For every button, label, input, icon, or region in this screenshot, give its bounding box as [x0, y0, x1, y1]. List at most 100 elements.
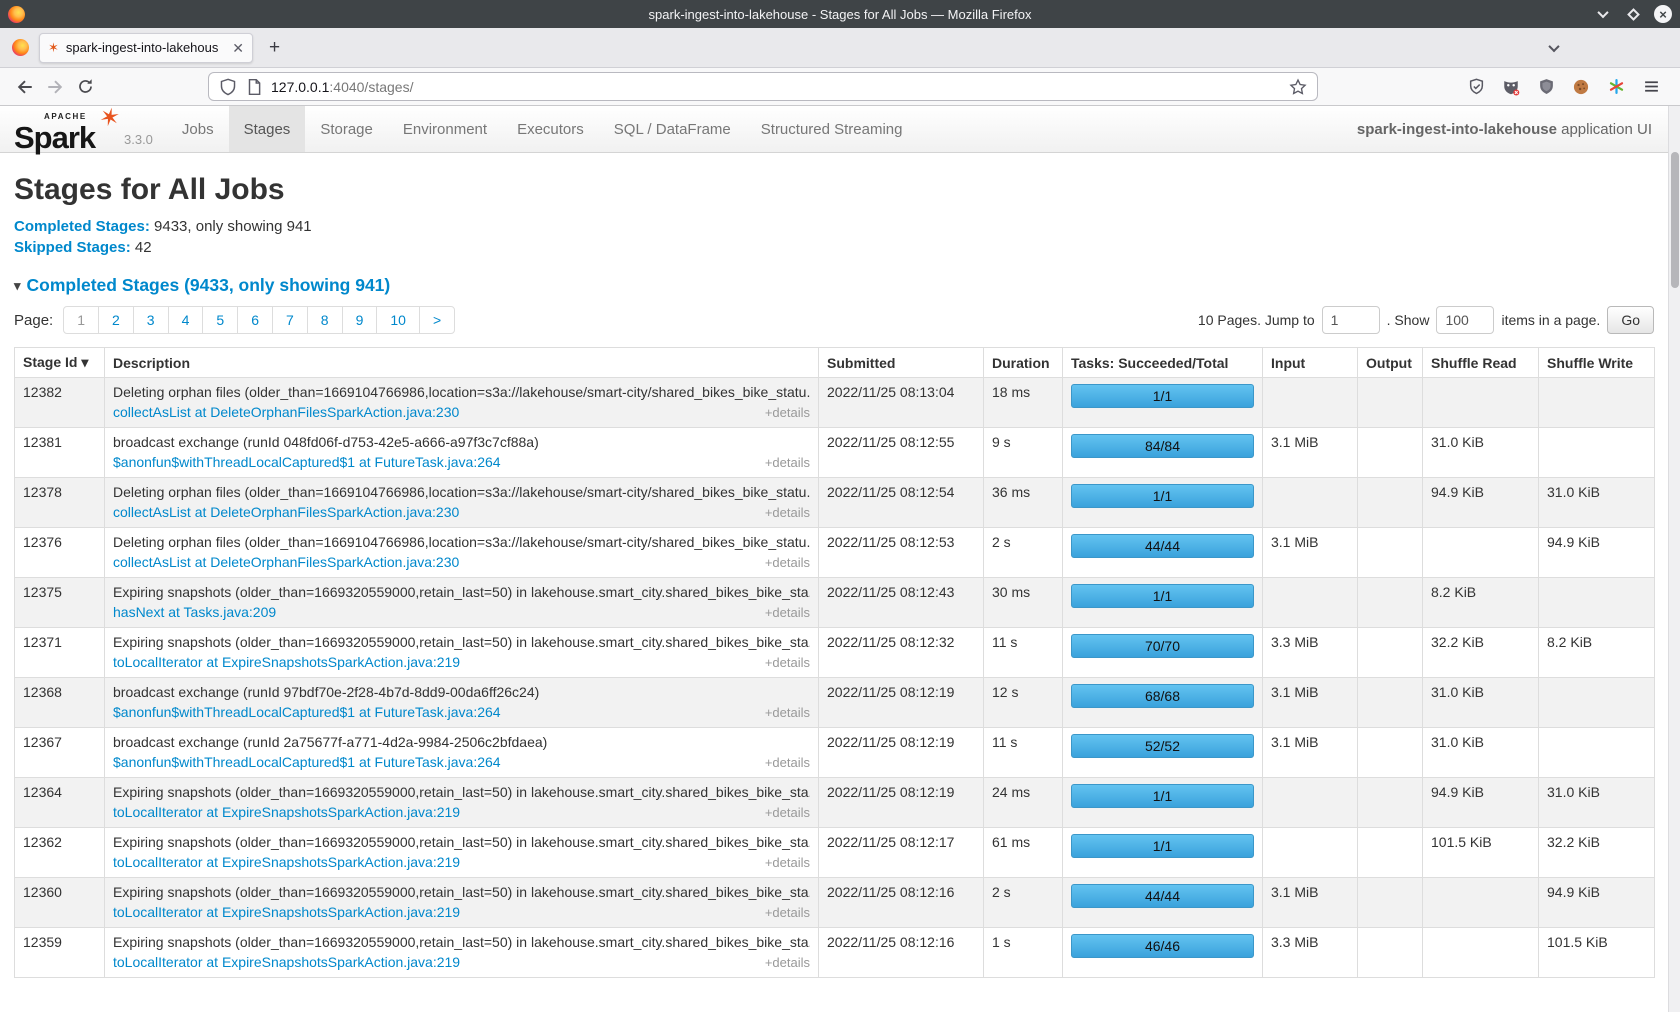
details-toggle[interactable]: +details	[765, 803, 810, 822]
bookmark-star-icon[interactable]	[1289, 78, 1307, 96]
stage-detail-link[interactable]: $anonfun$withThreadLocalCaptured$1 at Fu…	[113, 453, 501, 472]
stage-detail-link[interactable]: collectAsList at DeleteOrphanFilesSparkA…	[113, 403, 459, 422]
stage-detail-link[interactable]: $anonfun$withThreadLocalCaptured$1 at Fu…	[113, 753, 501, 772]
page-button-next[interactable]: >	[419, 306, 455, 334]
nav-item-jobs[interactable]: Jobs	[167, 106, 229, 152]
stage-detail-link[interactable]: toLocalIterator at ExpireSnapshotsSparkA…	[113, 803, 460, 822]
tasks-progress-bar: 84/84	[1071, 434, 1254, 458]
scrollbar-thumb[interactable]	[1671, 152, 1679, 288]
cell-tasks: 1/1	[1063, 378, 1263, 428]
page-button-3[interactable]: 3	[133, 306, 169, 334]
spark-logo[interactable]: APACHE Spark ✶	[14, 108, 116, 152]
cell-stage-id: 12360	[15, 878, 105, 928]
spark-logo-word: Spark	[14, 120, 95, 156]
stage-detail-link[interactable]: toLocalIterator at ExpireSnapshotsSparkA…	[113, 653, 460, 672]
table-row: 12381 broadcast exchange (runId 048fd06f…	[15, 428, 1655, 478]
cell-duration: 30 ms	[984, 578, 1063, 628]
page-button-6[interactable]: 6	[237, 306, 273, 334]
nav-item-structured-streaming[interactable]: Structured Streaming	[746, 106, 918, 152]
show-input[interactable]	[1436, 306, 1494, 334]
nav-item-executors[interactable]: Executors	[502, 106, 599, 152]
completed-stages-line: Completed Stages: 9433, only showing 941	[14, 217, 1654, 237]
jump-to-input[interactable]	[1322, 306, 1380, 334]
close-button[interactable]: ×	[1654, 5, 1672, 23]
stage-detail-link[interactable]: toLocalIterator at ExpireSnapshotsSparkA…	[113, 953, 460, 972]
tasks-progress: 68/68	[1071, 684, 1254, 708]
stage-detail-link[interactable]: $anonfun$withThreadLocalCaptured$1 at Fu…	[113, 703, 501, 722]
browser-tab[interactable]: ✶ spark-ingest-into-lakehous ✕	[39, 33, 253, 63]
forward-arrow-icon	[46, 78, 64, 96]
stage-detail-link[interactable]: hasNext at Tasks.java:209	[113, 603, 276, 622]
column-header-duration[interactable]: Duration	[984, 348, 1063, 378]
forward-button[interactable]	[40, 73, 70, 101]
cell-tasks: 1/1	[1063, 828, 1263, 878]
spark-nav-list: JobsStagesStorageEnvironmentExecutorsSQL…	[167, 106, 918, 152]
back-button[interactable]	[10, 73, 40, 101]
details-toggle[interactable]: +details	[765, 403, 810, 422]
ublock-extension-icon[interactable]	[1537, 78, 1555, 96]
url-bar[interactable]: 127.0.0.1:4040/stages/	[208, 72, 1318, 101]
details-toggle[interactable]: +details	[765, 453, 810, 472]
column-header-shuffle-write[interactable]: Shuffle Write	[1539, 348, 1655, 378]
column-header-description[interactable]: Description	[105, 348, 819, 378]
details-toggle[interactable]: +details	[765, 703, 810, 722]
column-header-stage-id[interactable]: Stage Id ▾	[15, 348, 105, 378]
cookie-extension-icon[interactable]	[1572, 78, 1590, 96]
reload-button[interactable]	[70, 73, 100, 101]
stage-detail-link[interactable]: toLocalIterator at ExpireSnapshotsSparkA…	[113, 903, 460, 922]
cell-shuffle-write: 8.2 KiB	[1539, 628, 1655, 678]
page-button-10[interactable]: 10	[376, 306, 420, 334]
column-header-submitted[interactable]: Submitted	[819, 348, 984, 378]
tasks-progress-bar: 44/44	[1071, 534, 1254, 558]
details-toggle[interactable]: +details	[765, 553, 810, 572]
column-header-output[interactable]: Output	[1358, 348, 1423, 378]
column-header-tasks-succeeded-total[interactable]: Tasks: Succeeded/Total	[1063, 348, 1263, 378]
details-toggle[interactable]: +details	[765, 653, 810, 672]
url-text[interactable]: 127.0.0.1:4040/stages/	[271, 79, 1281, 95]
list-all-tabs-button[interactable]	[1550, 44, 1558, 52]
details-toggle[interactable]: +details	[765, 903, 810, 922]
details-toggle[interactable]: +details	[765, 753, 810, 772]
stage-detail-link[interactable]: toLocalIterator at ExpireSnapshotsSparkA…	[113, 853, 460, 872]
asterisk-extension-icon[interactable]	[1607, 78, 1625, 96]
mask-extension-icon[interactable]	[1502, 78, 1520, 96]
tracking-shield-icon[interactable]	[219, 78, 237, 96]
details-toggle[interactable]: +details	[765, 853, 810, 872]
stage-description: Expiring snapshots (older_than=166932055…	[113, 933, 810, 952]
nav-item-sql-dataframe[interactable]: SQL / DataFrame	[599, 106, 746, 152]
minimize-button[interactable]	[1594, 5, 1612, 23]
nav-item-stages[interactable]: Stages	[229, 106, 306, 152]
go-button[interactable]: Go	[1607, 306, 1654, 334]
page-button-2[interactable]: 2	[98, 306, 134, 334]
page-button-5[interactable]: 5	[202, 306, 238, 334]
nav-item-storage[interactable]: Storage	[305, 106, 388, 152]
column-header-shuffle-read[interactable]: Shuffle Read	[1423, 348, 1539, 378]
stage-detail-link[interactable]: collectAsList at DeleteOrphanFilesSparkA…	[113, 553, 459, 572]
page-button-1[interactable]: 1	[63, 306, 99, 334]
page-button-8[interactable]: 8	[307, 306, 343, 334]
page-button-9[interactable]: 9	[342, 306, 378, 334]
completed-stages-section-toggle[interactable]: ▾Completed Stages (9433, only showing 94…	[14, 275, 1654, 296]
column-header-input[interactable]: Input	[1263, 348, 1358, 378]
page-button-4[interactable]: 4	[168, 306, 204, 334]
firefox-icon[interactable]	[12, 39, 29, 56]
tasks-count: 46/46	[1145, 938, 1180, 954]
new-tab-button[interactable]: +	[269, 37, 280, 59]
details-toggle[interactable]: +details	[765, 603, 810, 622]
cell-input: 3.3 MiB	[1263, 928, 1358, 978]
maximize-button[interactable]	[1624, 5, 1642, 23]
tasks-progress: 1/1	[1071, 834, 1254, 858]
nav-item-environment[interactable]: Environment	[388, 106, 502, 152]
stage-description: broadcast exchange (runId 048fd06f-d753-…	[113, 433, 810, 452]
page-button-7[interactable]: 7	[272, 306, 308, 334]
details-toggle[interactable]: +details	[765, 503, 810, 522]
tasks-progress: 1/1	[1071, 584, 1254, 608]
vertical-scrollbar[interactable]	[1668, 106, 1680, 1012]
page-info-icon[interactable]	[245, 78, 263, 96]
menu-button[interactable]	[1642, 78, 1660, 96]
tab-close-icon[interactable]: ✕	[232, 41, 244, 55]
details-toggle[interactable]: +details	[765, 953, 810, 972]
shield-check-extension-icon[interactable]	[1467, 78, 1485, 96]
stage-detail-link[interactable]: collectAsList at DeleteOrphanFilesSparkA…	[113, 503, 459, 522]
cell-stage-id: 12359	[15, 928, 105, 978]
